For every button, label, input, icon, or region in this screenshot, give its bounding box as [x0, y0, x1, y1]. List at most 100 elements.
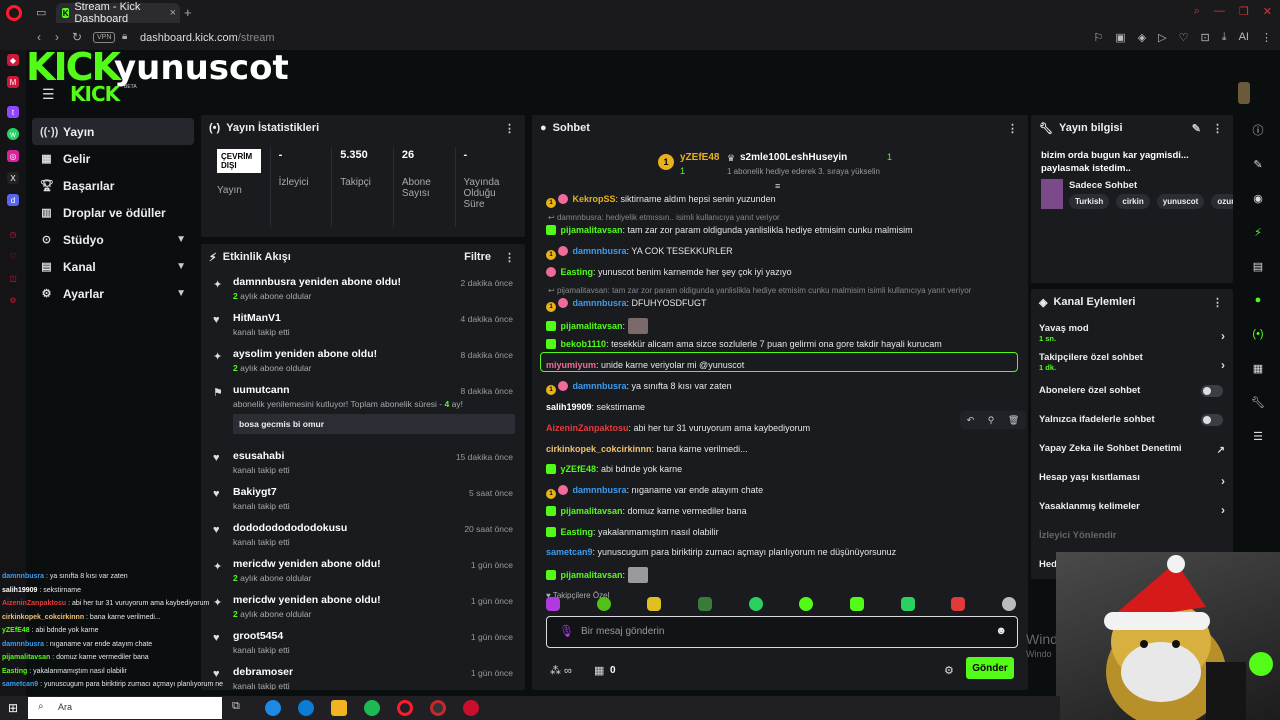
points-icon[interactable]: ⁂ ∞	[550, 664, 572, 677]
chat-username[interactable]: damnnbusra	[573, 485, 627, 495]
tag[interactable]: yunuscot	[1156, 194, 1205, 209]
heart-icon[interactable]: ♡	[1179, 31, 1189, 44]
account-age-row[interactable]: Hesap yaşı kısıtlaması ›	[1031, 468, 1233, 497]
windows-start-icon[interactable]: ⊞	[8, 701, 18, 715]
spotify-icon[interactable]	[364, 700, 380, 716]
delete-icon[interactable]: 🗑︎	[1008, 415, 1019, 426]
tag[interactable]: Turkish	[1069, 194, 1110, 209]
chat-username[interactable]: pijamalitavsan	[561, 506, 623, 516]
chat-username[interactable]: yZEfE48	[561, 464, 597, 474]
chat-username[interactable]: bekob1110	[561, 339, 607, 349]
settings-icon[interactable]: ⚙	[944, 664, 954, 677]
subscribers-only-toggle[interactable]	[1201, 385, 1223, 397]
forward-icon[interactable]: ›	[55, 30, 59, 44]
avatar[interactable]	[1238, 82, 1250, 104]
obs-icon[interactable]	[430, 700, 446, 716]
bookmark-icon[interactable]: ⚐	[1093, 31, 1103, 44]
chat-username[interactable]: pijamalitavsan	[561, 570, 623, 580]
chat-username[interactable]: KekropSS	[573, 194, 616, 204]
chat-username[interactable]: damnnbusra	[573, 381, 627, 391]
lightning-icon[interactable]: ⚡︎	[1240, 217, 1276, 247]
weather-icon[interactable]	[265, 700, 281, 716]
menu-icon[interactable]: ⋮	[1261, 31, 1272, 44]
nav-item-kanal[interactable]: ▤ Kanal ▼	[32, 253, 194, 280]
chat-username[interactable]: cirkinkopek_cokcirkinnn	[546, 444, 652, 454]
chat-username[interactable]: salih19909	[546, 402, 592, 412]
list-icon[interactable]: ☰	[1240, 421, 1276, 451]
vpn-badge[interactable]: VPN	[93, 32, 116, 43]
kebab-menu-icon[interactable]: ⋮	[1212, 122, 1223, 135]
edge-icon[interactable]	[298, 700, 314, 716]
back-icon[interactable]: ‹	[37, 30, 41, 44]
minimize-icon[interactable]: —	[1214, 5, 1225, 18]
browser-tab[interactable]: K Stream - Kick Dashboard ×	[56, 1, 180, 25]
chat-username[interactable]: Easting	[561, 527, 594, 537]
heart-side-icon[interactable]: ♡	[7, 250, 19, 262]
broadcast-icon[interactable]: (•)	[1240, 319, 1276, 349]
hamburger-menu-icon[interactable]: ☰	[42, 86, 55, 103]
emote-icon[interactable]	[748, 597, 763, 611]
chat-username[interactable]: sametcan9	[546, 547, 593, 557]
wrench-icon[interactable]: 🔧︎	[1240, 387, 1276, 417]
tab-list-icon[interactable]: ▭	[36, 6, 46, 19]
discord-icon[interactable]: d	[7, 194, 19, 206]
tag[interactable]: cirkin	[1116, 194, 1150, 209]
opera-taskbar-icon[interactable]	[397, 700, 413, 716]
nav-item-droplar[interactable]: ▥ Droplar ve ödüller	[32, 199, 194, 226]
emote-icon[interactable]	[951, 597, 966, 611]
emote-icon[interactable]	[900, 597, 915, 611]
file-explorer-icon[interactable]	[331, 700, 347, 716]
kick-logo[interactable]: KICK	[26, 48, 121, 86]
opera-bookmarks-icon[interactable]: ◆	[7, 54, 19, 66]
emote-icon[interactable]	[697, 597, 712, 611]
chat-username[interactable]: damnnbusra	[573, 298, 627, 308]
ai-moderation-row[interactable]: Yapay Zeka ile Sohbet Denetimi ↗	[1031, 439, 1233, 468]
reply-icon[interactable]: ↶	[967, 415, 975, 426]
chat-bubble-icon[interactable]: ●	[1240, 285, 1276, 315]
wallet-icon[interactable]: ⊡	[1201, 31, 1210, 44]
tab-close-icon[interactable]: ×	[170, 7, 176, 19]
info-icon[interactable]: ⓘ	[1240, 115, 1276, 145]
kebab-menu-icon[interactable]: ⋮	[1007, 122, 1018, 135]
gifter-username[interactable]: s2mle100LeshHuseyin	[740, 152, 847, 163]
banned-words-row[interactable]: Yasaklanmış kelimeler ›	[1031, 497, 1233, 526]
close-window-icon[interactable]: ✕	[1263, 5, 1272, 18]
reload-icon[interactable]: ↻	[72, 30, 82, 44]
emotes-only-toggle[interactable]	[1201, 414, 1223, 426]
notes-icon[interactable]: ▤	[1240, 251, 1276, 281]
kick-logo-small[interactable]: KICK	[70, 82, 120, 106]
send-button[interactable]: Gönder	[966, 657, 1014, 679]
pin-icon[interactable]: ⚲	[988, 415, 995, 426]
nav-item-gelir[interactable]: ▦ Gelir	[32, 145, 194, 172]
nav-item-basarilar[interactable]: 🏆︎ Başarılar	[32, 172, 194, 199]
opera-logo-icon[interactable]	[6, 5, 22, 21]
opera-messages-icon[interactable]: M	[7, 76, 19, 88]
camera-icon[interactable]: ◉	[1240, 183, 1276, 213]
pinboard-icon[interactable]: ◫	[7, 272, 19, 284]
chat-username[interactable]: pijamalitavsan	[561, 321, 623, 331]
media-player-icon[interactable]	[463, 700, 479, 716]
x-icon[interactable]: X	[7, 172, 19, 184]
emote-icon[interactable]	[596, 597, 611, 611]
kebab-menu-icon[interactable]: ⋮	[504, 122, 515, 135]
store-icon[interactable]: ▦	[594, 664, 604, 677]
url-field[interactable]: dashboard.kick.com/stream	[140, 32, 275, 44]
instagram-icon[interactable]: ◎	[7, 150, 19, 162]
followers-only-row[interactable]: Takipçilere özel sohbet 1 dk. ›	[1031, 352, 1233, 381]
filter-button[interactable]: Filtre	[464, 251, 491, 263]
emoji-icon[interactable]: ☻	[995, 625, 1007, 637]
new-tab-icon[interactable]: +	[184, 5, 192, 20]
chat-username[interactable]: damnnbusra	[573, 246, 627, 256]
mod-tools-icon[interactable]: ▦	[1240, 353, 1276, 383]
whatsapp-icon[interactable]: w	[7, 128, 19, 140]
microphone-icon[interactable]: 🎙︎	[559, 624, 574, 638]
kebab-menu-icon[interactable]: ⋮	[1212, 296, 1223, 309]
nav-item-yayin[interactable]: ((·)) Yayın	[32, 118, 194, 145]
twitch-icon[interactable]: t	[7, 106, 19, 118]
restore-icon[interactable]: ❐	[1239, 5, 1249, 18]
kebab-menu-icon[interactable]: ⋮	[504, 251, 515, 264]
chat-input[interactable]: 🎙︎ Bir mesaj gönderin ☻	[546, 616, 1018, 648]
leader-username[interactable]: yZEfE48	[680, 152, 719, 163]
edit-icon[interactable]: ✎	[1192, 122, 1201, 135]
snapshot-icon[interactable]: ▣	[1115, 31, 1125, 44]
